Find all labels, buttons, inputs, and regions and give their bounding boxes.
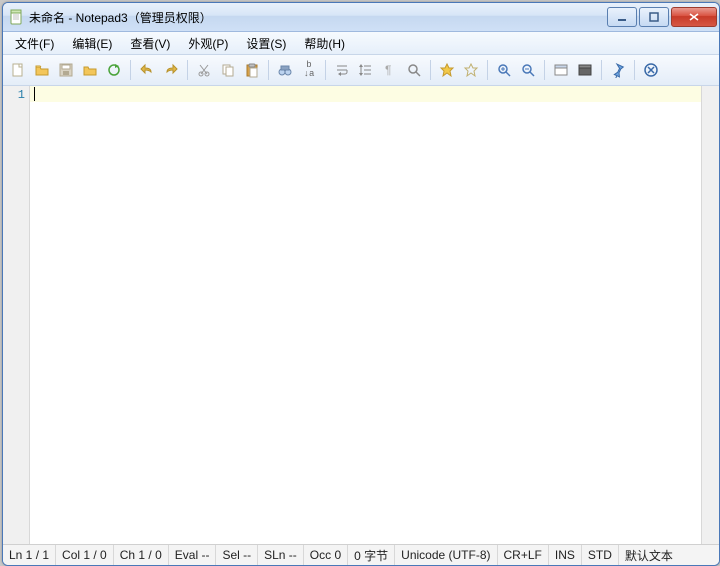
open-folder-icon [34,62,50,78]
window-icon [553,62,569,78]
minimize-icon [617,12,627,22]
zoom-out-button[interactable] [517,59,539,81]
tool-bar: b↓a ¶ [3,55,719,86]
find-button[interactable] [274,59,296,81]
line-number: 1 [3,88,25,102]
toolbar-separator [130,60,131,80]
line-height-button[interactable] [355,59,377,81]
status-scheme[interactable]: 默认文本 [619,545,719,565]
close-button[interactable] [671,7,717,27]
svg-text:¶: ¶ [385,63,391,77]
copy-icon [220,62,236,78]
replace-icon: b↓a [304,61,315,79]
toolbar-separator [430,60,431,80]
status-sel-lines[interactable]: SLn -- [258,545,304,565]
app-window: 未命名 - Notepad3（管理员权限） 文件(F) 编辑(E) 查看(V) … [2,2,720,566]
zoom-in-icon [496,62,512,78]
cut-button[interactable] [193,59,215,81]
toolbar-separator [601,60,602,80]
menu-edit[interactable]: 编辑(E) [64,33,120,54]
status-mode[interactable]: STD [582,545,619,565]
text-caret [34,87,35,101]
undo-icon [139,62,155,78]
toolbar-separator [634,60,635,80]
favorites-button[interactable] [436,59,458,81]
minimize-button[interactable] [607,7,637,27]
vertical-scrollbar[interactable] [701,86,719,544]
revert-button[interactable] [103,59,125,81]
status-eval[interactable]: Eval -- [169,545,217,565]
current-line-highlight [30,86,701,102]
star-icon [439,62,455,78]
star-outline-icon [463,62,479,78]
app-icon [9,9,25,25]
status-insert[interactable]: INS [549,545,582,565]
line-number-gutter: 1 [3,86,30,544]
status-occurrences[interactable]: Occ 0 [304,545,348,565]
exit-icon [643,62,659,78]
scheme-button[interactable] [550,59,572,81]
dark-window-icon [577,62,593,78]
zoom-out-icon [520,62,536,78]
menu-settings[interactable]: 设置(S) [238,33,294,54]
magnifier-icon [406,62,422,78]
save-icon [58,62,74,78]
save-button[interactable] [55,59,77,81]
menu-file[interactable]: 文件(F) [7,33,62,54]
status-bytes[interactable]: 0 字节 [348,545,395,565]
zoom-in-button[interactable] [493,59,515,81]
maximize-button[interactable] [639,7,669,27]
status-bar: Ln 1 / 1 Col 1 / 0 Ch 1 / 0 Eval -- Sel … [3,544,719,565]
browse-button[interactable] [79,59,101,81]
status-selection[interactable]: Sel -- [216,545,258,565]
status-column[interactable]: Col 1 / 0 [56,545,114,565]
line-spacing-icon [358,62,374,78]
menu-view[interactable]: 查看(V) [122,33,178,54]
pin-icon [610,62,626,78]
status-char[interactable]: Ch 1 / 0 [114,545,169,565]
word-wrap-button[interactable] [331,59,353,81]
reload-icon [106,62,122,78]
text-editor[interactable] [30,86,701,544]
copy-button[interactable] [217,59,239,81]
status-encoding[interactable]: Unicode (UTF-8) [395,545,497,565]
show-whitespace-button[interactable]: ¶ [379,59,401,81]
zoom-button[interactable] [403,59,425,81]
pilcrow-icon: ¶ [382,62,398,78]
toolbar-separator [187,60,188,80]
new-file-icon [10,62,26,78]
editor-area: 1 [3,86,719,544]
toolbar-separator [325,60,326,80]
exit-button[interactable] [640,59,662,81]
scissors-icon [196,62,212,78]
window-title: 未命名 - Notepad3（管理员权限） [29,9,607,26]
open-file-button[interactable] [31,59,53,81]
status-eol[interactable]: CR+LF [498,545,549,565]
title-bar[interactable]: 未命名 - Notepad3（管理员权限） [3,3,719,32]
toolbar-separator [268,60,269,80]
replace-button[interactable]: b↓a [298,59,320,81]
binoculars-icon [277,62,293,78]
toolbar-separator [487,60,488,80]
redo-button[interactable] [160,59,182,81]
pin-button[interactable] [607,59,629,81]
menu-appearance[interactable]: 外观(P) [180,33,236,54]
menu-help[interactable]: 帮助(H) [296,33,353,54]
undo-button[interactable] [136,59,158,81]
new-file-button[interactable] [7,59,29,81]
template-button[interactable] [574,59,596,81]
redo-icon [163,62,179,78]
status-line[interactable]: Ln 1 / 1 [3,545,56,565]
maximize-icon [649,12,659,22]
paste-icon [244,62,260,78]
add-favorite-button[interactable] [460,59,482,81]
paste-button[interactable] [241,59,263,81]
close-icon [688,12,700,22]
toolbar-separator [544,60,545,80]
word-wrap-icon [334,62,350,78]
menu-bar: 文件(F) 编辑(E) 查看(V) 外观(P) 设置(S) 帮助(H) [3,32,719,55]
folder-icon [82,62,98,78]
